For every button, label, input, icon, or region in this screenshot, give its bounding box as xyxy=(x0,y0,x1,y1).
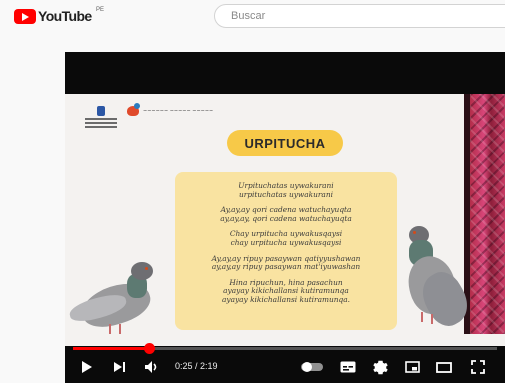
gear-icon xyxy=(372,360,388,374)
lyric-line: ay,ay,ay, qori cadena watuchayuqta xyxy=(220,213,352,223)
verse: Urpituchatas uywakurani urpituchatas uyw… xyxy=(175,181,397,199)
brand-slogan-graphic: ~~~~~~ ~~~~~ ~~~~~ xyxy=(143,108,214,114)
fullscreen-button[interactable] xyxy=(469,359,487,375)
youtube-play-logo-icon xyxy=(14,8,36,24)
masthead: YouTube PE xyxy=(0,0,505,34)
lyrics-box: Urpituchatas uywakurani urpituchatas uyw… xyxy=(175,172,397,330)
video-player[interactable]: ~~~~~~ ~~~~~ ~~~~~ URPITUCHA Urpituchata… xyxy=(65,52,505,383)
theater-icon xyxy=(436,361,452,373)
progress-bar[interactable] xyxy=(73,343,497,354)
lyric-line: ay,ay,ay ripuy pasaywan mat'iyuwashan xyxy=(211,262,361,272)
subtitles-button[interactable] xyxy=(339,359,357,375)
logo-text: YouTube xyxy=(38,8,92,24)
progress-played xyxy=(73,347,150,350)
pigeon-left-illustration xyxy=(67,254,164,344)
time-display: 0:25 / 2:19 xyxy=(175,361,218,371)
verse: Ay,ay,ay ripuy pasaywan qatiyyushawan ay… xyxy=(175,254,397,272)
play-button[interactable] xyxy=(79,359,95,375)
search-input[interactable] xyxy=(229,9,493,23)
volume-button[interactable] xyxy=(143,359,161,375)
brand-logo: ~~~~~~ ~~~~~ ~~~~~ xyxy=(127,103,214,116)
bird-logo-icon xyxy=(127,103,140,116)
song-title-card: URPITUCHA xyxy=(227,130,343,156)
verse: Hina ripuchun, hina pasachun ayayay kiki… xyxy=(175,278,397,305)
volume-icon xyxy=(145,361,157,373)
theater-mode-button[interactable] xyxy=(435,359,453,375)
lyric-line: chay urpitucha uywakusqaysi xyxy=(230,237,342,247)
miniplayer-button[interactable] xyxy=(403,359,421,375)
pigeon-right-illustration xyxy=(402,222,483,342)
institution-emblem xyxy=(83,106,119,132)
play-icon xyxy=(82,361,92,373)
subtitles-icon xyxy=(340,361,356,373)
fullscreen-icon xyxy=(471,360,485,374)
next-icon xyxy=(113,362,125,372)
settings-button[interactable] xyxy=(371,359,389,375)
player-controls: 0:25 / 2:19 xyxy=(65,352,505,383)
miniplayer-icon xyxy=(404,361,420,373)
lyric-line: ayayay kikichallansi kutiramunqa. xyxy=(221,294,350,304)
song-title: URPITUCHA xyxy=(244,135,326,151)
video-frame: ~~~~~~ ~~~~~ ~~~~~ URPITUCHA Urpituchata… xyxy=(65,94,505,346)
verse: Chay urpitucha uywakusqaysi chay urpituc… xyxy=(175,230,397,247)
verse: Ay,ay,ay qori cadena watuchayuqta ay,ay,… xyxy=(175,206,397,223)
autoplay-toggle-icon xyxy=(301,362,323,372)
shield-icon xyxy=(97,106,105,116)
next-button[interactable] xyxy=(111,359,127,375)
autoplay-toggle[interactable] xyxy=(299,359,325,375)
search-box[interactable] xyxy=(214,4,505,28)
lyric-line: urpituchatas uywakurani xyxy=(239,189,333,199)
region-code: PE xyxy=(96,7,105,13)
youtube-logo[interactable]: YouTube PE xyxy=(14,7,104,24)
